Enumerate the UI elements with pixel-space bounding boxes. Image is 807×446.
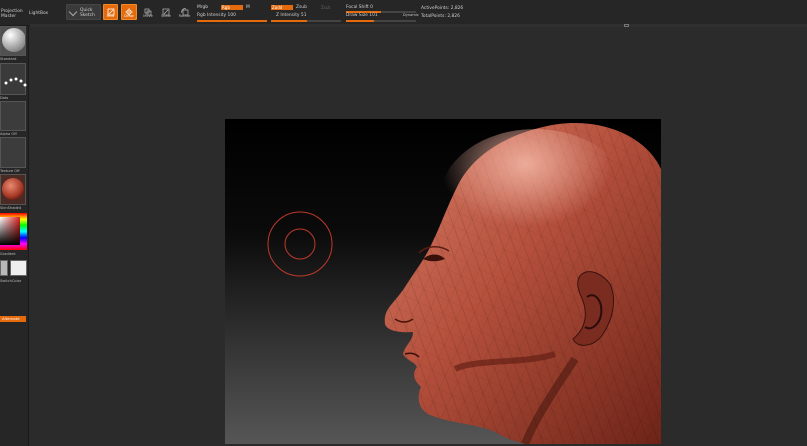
draw-size-slider[interactable]: [346, 20, 416, 22]
draw-size-label: Draw Size 101: [346, 13, 378, 18]
active-points-readout: ActivePoints: 2,826: [421, 6, 464, 11]
dots-stroke-icon: [4, 77, 27, 87]
draw-button[interactable]: Draw: [121, 4, 137, 20]
total-points-readout: TotalPoints: 2,826: [421, 14, 460, 19]
brush-label: Standard: [0, 57, 17, 61]
projection-master-label-2[interactable]: Master: [1, 14, 16, 19]
z-intensity-slider[interactable]: [271, 20, 341, 22]
stroke-label: Dots: [0, 96, 9, 100]
scale-label: Scale: [161, 14, 171, 18]
rgb-intensity-label: Rgb Intensity 100: [197, 13, 236, 18]
draw-size-fill: [346, 20, 374, 22]
rgb-intensity-fill: [197, 20, 267, 22]
edit-label: Edit: [107, 14, 114, 18]
toolbar-divider: [30, 24, 807, 27]
material-label: SkinShade4: [0, 206, 22, 210]
head-sculpt-model: [267, 123, 661, 444]
alpha-label: Alpha Off: [0, 132, 17, 136]
stroke-thumbnail[interactable]: [0, 63, 27, 95]
brush-cursor-inner: [284, 228, 316, 260]
secondary-color-swatch[interactable]: [10, 260, 27, 276]
texture-thumbnail[interactable]: [0, 137, 26, 168]
zadd-toggle[interactable]: Zadd: [271, 5, 293, 10]
collapse-handle-icon[interactable]: [624, 24, 629, 27]
left-tray: Standard Dots Alpha Off Texture Off Skin…: [0, 26, 29, 446]
material-sphere-icon: [2, 178, 24, 200]
rgb-toggle[interactable]: Rgb: [221, 5, 243, 10]
material-thumbnail[interactable]: [0, 174, 26, 205]
alternate-button[interactable]: Alternate: [0, 316, 26, 322]
lightbox-button[interactable]: LightBox: [29, 11, 48, 16]
primary-color-swatch[interactable]: [0, 260, 8, 276]
m-toggle[interactable]: M: [246, 5, 250, 10]
dynamic-toggle[interactable]: Dynamic: [403, 13, 419, 18]
rotate-label: Rotate: [178, 14, 191, 18]
draw-label: Draw: [124, 14, 134, 18]
texture-label: Texture Off: [0, 169, 20, 173]
document-canvas[interactable]: [225, 119, 661, 444]
alpha-thumbnail[interactable]: [0, 101, 26, 131]
pencil-icon: [68, 7, 78, 17]
brush-thumbnail[interactable]: [0, 26, 26, 56]
gradient-label: Gradient: [0, 252, 16, 256]
scale-button[interactable]: Scale: [159, 4, 173, 20]
top-toolbar: Projection Master LightBox Quick Sketch …: [0, 0, 807, 26]
switch-color-label[interactable]: SwitchColor: [0, 279, 21, 283]
move-label: Move: [143, 14, 153, 18]
color-picker-graphic: [0, 213, 27, 250]
color-picker[interactable]: [0, 213, 27, 250]
quick-sketch-button[interactable]: Quick Sketch: [66, 4, 101, 20]
z-intensity-label: Z Intensity 51: [276, 13, 307, 18]
zcut-toggle[interactable]: Zcut: [321, 5, 330, 10]
brush-sphere-icon: [2, 28, 26, 52]
move-button[interactable]: Move: [141, 4, 155, 20]
mrgb-toggle[interactable]: Mrgb: [197, 5, 208, 10]
focal-shift-label: Focal Shift 0: [346, 5, 373, 10]
edit-button[interactable]: Edit: [103, 4, 118, 20]
quick-sketch-label-2: Sketch: [80, 13, 95, 18]
zsub-toggle[interactable]: Zsub: [296, 5, 307, 10]
z-intensity-fill: [271, 20, 307, 22]
brush-cursor-outer: [267, 211, 333, 277]
rgb-intensity-slider[interactable]: [197, 20, 267, 22]
head-highlight: [440, 129, 630, 269]
rotate-button[interactable]: Rotate: [177, 4, 192, 20]
